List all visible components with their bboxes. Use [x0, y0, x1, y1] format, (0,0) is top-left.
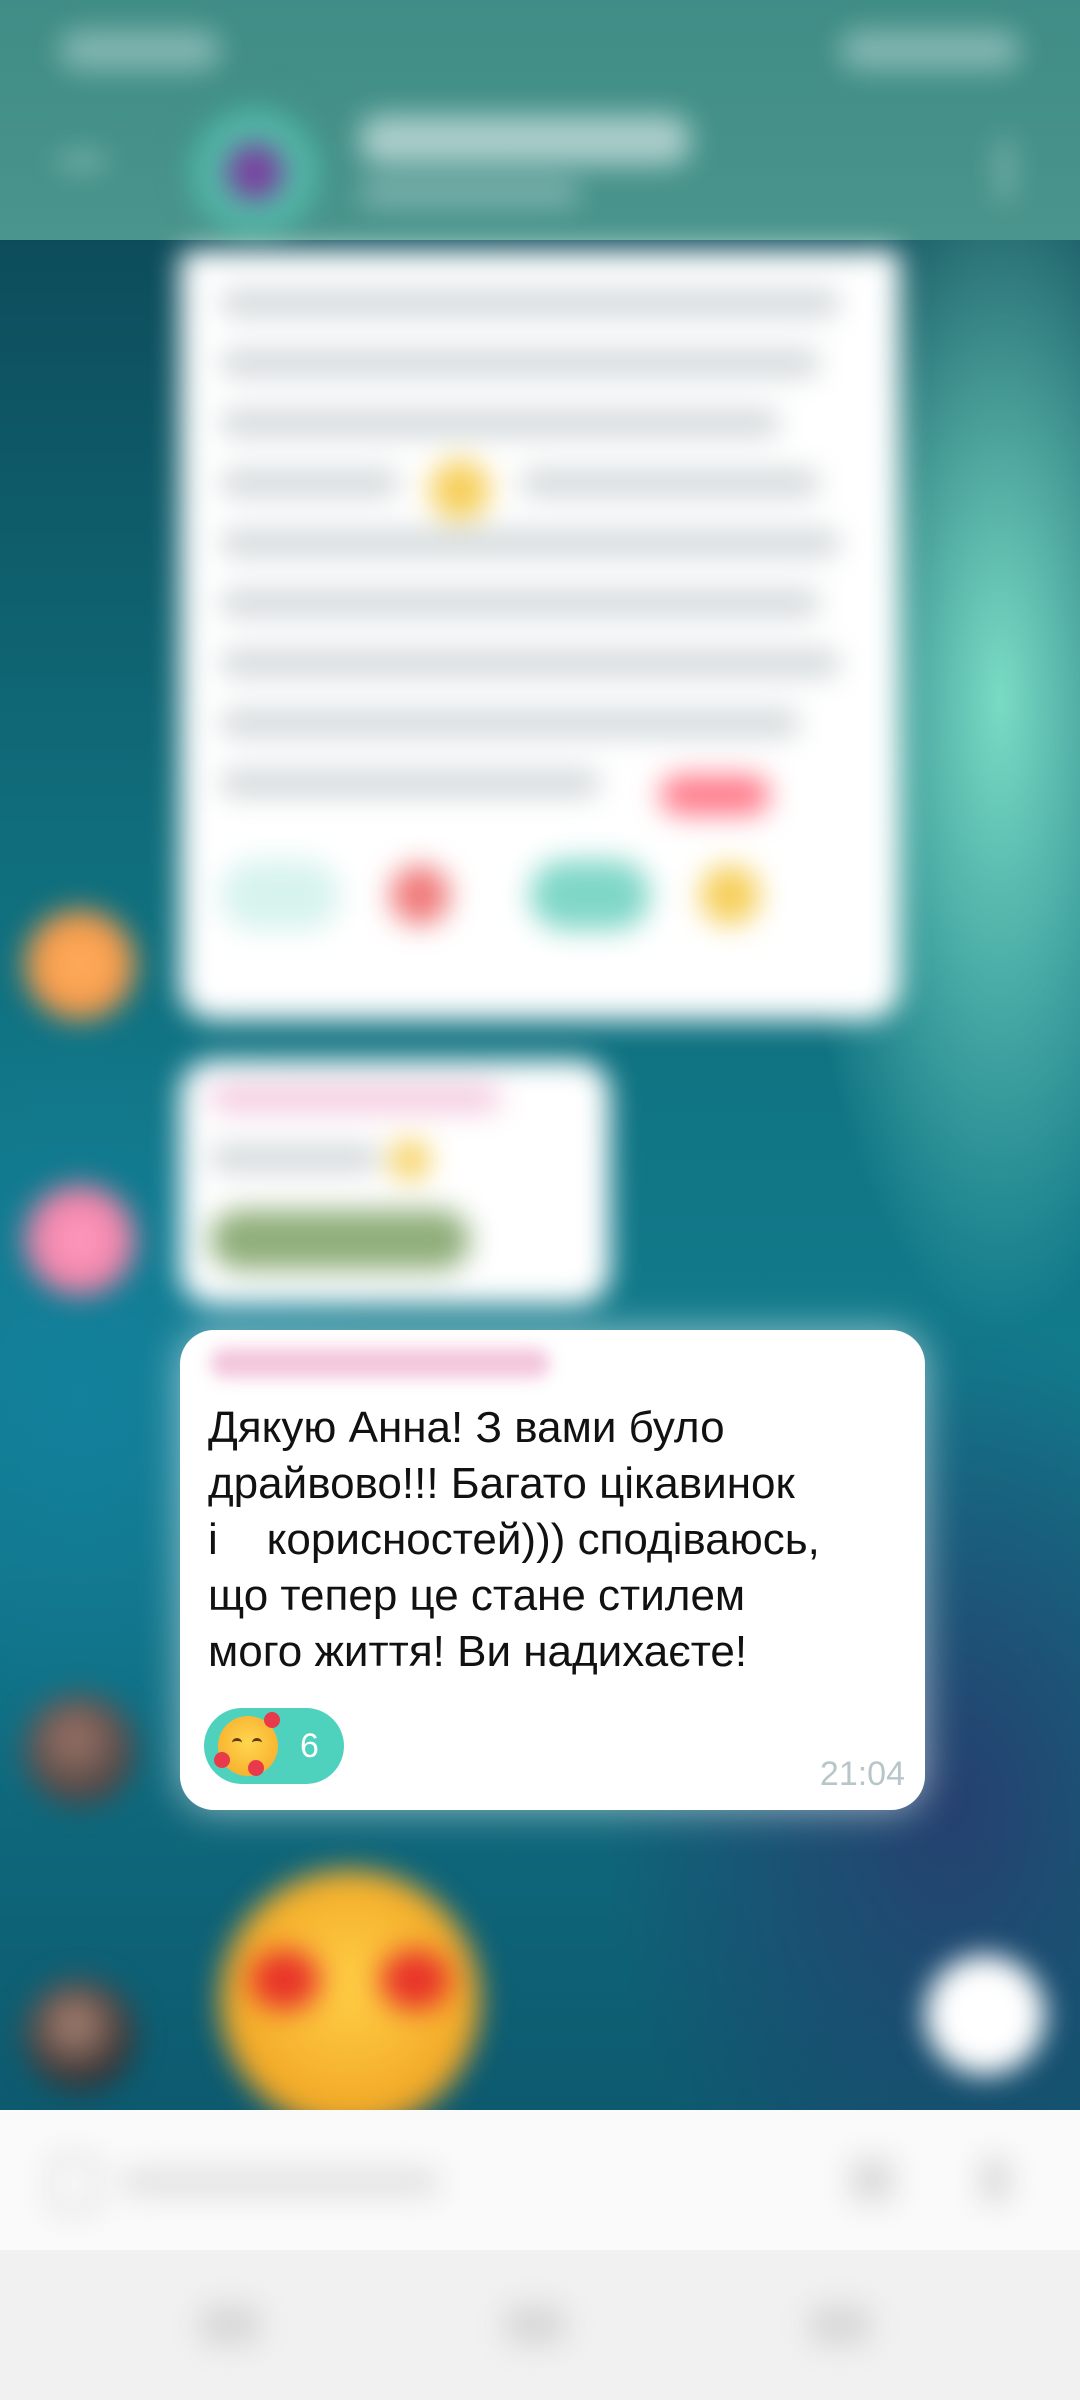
system-nav-bar — [0, 2250, 1080, 2400]
back-arrow-icon[interactable] — [40, 120, 120, 200]
message-time: 21:04 — [819, 1755, 905, 1793]
home-icon[interactable] — [505, 2305, 565, 2345]
sender-name[interactable] — [210, 1348, 550, 1378]
sender-avatar[interactable] — [25, 910, 135, 1020]
heart-eyes-emoji-icon[interactable] — [220, 1870, 480, 2130]
microphone-icon[interactable] — [980, 2155, 1010, 2205]
group-subtitle — [360, 180, 580, 206]
message-bubble[interactable] — [180, 1060, 610, 1305]
smiling-face-with-hearts-icon — [214, 1712, 280, 1776]
message-bubble[interactable] — [180, 250, 900, 1020]
sticker-icon[interactable] — [850, 2158, 894, 2202]
scroll-down-button[interactable] — [925, 1955, 1045, 2075]
recent-apps-icon[interactable] — [200, 2305, 260, 2345]
sender-avatar[interactable] — [25, 1980, 135, 2090]
back-icon[interactable] — [810, 2305, 870, 2345]
group-title[interactable] — [360, 115, 690, 165]
message-input[interactable] — [120, 2168, 440, 2196]
attach-icon[interactable] — [50, 2155, 98, 2213]
sender-avatar[interactable] — [25, 1185, 135, 1295]
reaction-count: 6 — [300, 1727, 319, 1765]
reaction-chip[interactable]: 6 — [204, 1708, 344, 1784]
message-input-bar — [0, 2110, 1080, 2250]
message-bubble[interactable]: Дякую Анна! З вами було драйвово!!! Бага… — [180, 1330, 925, 1810]
sender-avatar[interactable] — [25, 1695, 135, 1805]
message-text: Дякую Анна! З вами було драйвово!!! Бага… — [208, 1403, 820, 1676]
chat-header — [0, 0, 1080, 240]
group-avatar[interactable] — [185, 95, 325, 235]
more-options-icon[interactable] — [990, 130, 1020, 210]
